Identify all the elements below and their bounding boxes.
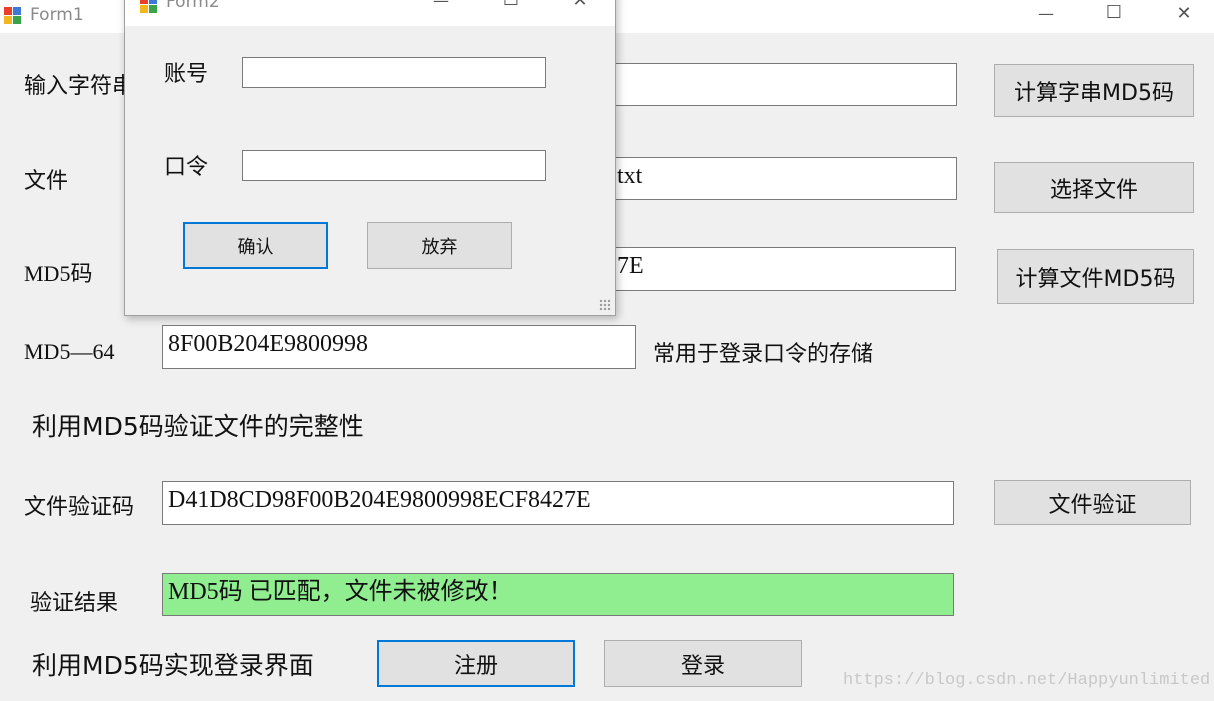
file-verify-code-label: 文件验证码 — [24, 495, 135, 520]
md5-64-note: 常用于登录口令的存储 — [653, 342, 874, 367]
login-button[interactable]: 登录 — [604, 640, 802, 687]
account-field[interactable] — [242, 57, 546, 88]
maximize-icon[interactable]: ☐ — [1096, 2, 1132, 23]
file-verify-button[interactable]: 文件验证 — [994, 480, 1191, 525]
select-file-button[interactable]: 选择文件 — [994, 162, 1194, 213]
register-button[interactable]: 注册 — [377, 640, 575, 687]
calc-string-md5-button[interactable]: 计算字串MD5码 — [994, 64, 1194, 117]
form2-title-bar[interactable]: Form2 — ☐ ✕ — [125, 0, 615, 26]
watermark-text: https://blog.csdn.net/Happyunlimited — [843, 671, 1211, 690]
password-field[interactable] — [242, 150, 546, 181]
login-section-heading: 利用MD5码实现登录界面 — [32, 651, 314, 680]
form2-window[interactable]: Form2 — ☐ ✕ 账号 口令 确认 放弃 — [124, 0, 616, 316]
file-label: 文件 — [24, 169, 69, 194]
form2-title: Form2 — [166, 0, 220, 12]
form1-title: Form1 — [30, 5, 84, 25]
account-label: 账号 — [164, 62, 209, 87]
verify-section-heading: 利用MD5码验证文件的完整性 — [32, 412, 364, 441]
md5-label: MD5码 — [24, 261, 93, 286]
resize-grip-icon[interactable] — [599, 299, 611, 311]
md5-64-label: MD5—64 — [24, 339, 115, 364]
form-app-icon — [4, 7, 22, 25]
form2-maximize-icon[interactable]: ☐ — [493, 0, 529, 10]
calc-file-md5-button[interactable]: 计算文件MD5码 — [997, 249, 1194, 304]
cancel-button[interactable]: 放弃 — [367, 222, 512, 269]
file-verify-code-field[interactable]: D41D8CD98F00B204E9800998ECF8427E — [162, 481, 954, 525]
input-string-label: 输入字符串 — [24, 74, 135, 99]
minimize-icon[interactable]: — — [1028, 4, 1064, 23]
form2-close-icon[interactable]: ✕ — [562, 0, 598, 11]
md5-field[interactable]: 7E — [580, 247, 956, 291]
verify-result-field: MD5码 已匹配，文件未被修改！ — [162, 573, 954, 616]
confirm-button[interactable]: 确认 — [183, 222, 328, 269]
md5-64-field[interactable]: 8F00B204E9800998 — [162, 325, 636, 369]
form2-app-icon — [140, 0, 158, 14]
verify-result-label: 验证结果 — [30, 591, 119, 616]
form2-minimize-icon[interactable]: — — [423, 0, 459, 10]
password-label: 口令 — [164, 155, 209, 180]
file-path-field[interactable]: txt — [580, 157, 957, 200]
input-string-field[interactable] — [580, 63, 957, 106]
close-icon[interactable]: ✕ — [1166, 3, 1202, 24]
